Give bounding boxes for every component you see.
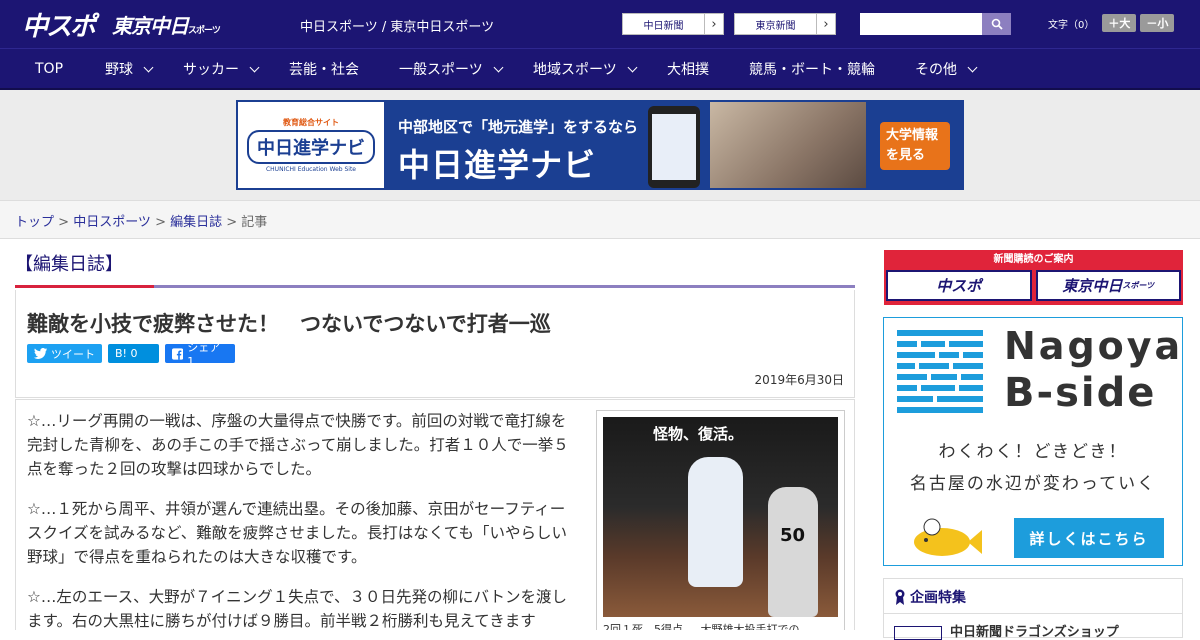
chunichi-shimbun-link[interactable]: 中日新聞 ›: [622, 13, 724, 35]
site-name: 中日スポーツ / 東京中日スポーツ: [300, 20, 495, 35]
facebook-share-button[interactable]: シェア 1: [165, 341, 235, 368]
ad-logo: 教育総合サイト 中日進学ナビ CHUNICHI Education Web Si…: [238, 102, 384, 188]
article-paragraph: ☆…リーグ再開の一戦は、序盤の大量得点で快勝です。前回の対戦で竜打線を完封した青…: [27, 412, 569, 478]
subscription-title: 新聞購読のご案内: [993, 254, 1074, 265]
ad-headline: 中部地区で「地元進学」をするなら: [398, 118, 639, 136]
nav-general-sports[interactable]: 一般スポーツ: [399, 49, 504, 89]
chevron-down-icon: [967, 62, 978, 72]
font-size-label: 文字（0）: [1048, 19, 1095, 31]
font-larger-button[interactable]: ＋大: [1102, 14, 1137, 32]
chevron-down-icon: [249, 62, 260, 72]
nav-entertainment[interactable]: 芸能・社会: [289, 49, 359, 89]
feature-box: 企画特集 中日新聞ドラゴンズショップ: [883, 578, 1183, 640]
ribbon-icon: [895, 589, 905, 605]
chevron-down-icon: [143, 62, 154, 72]
subscribe-tokyo-chunichi-button[interactable]: 東京中日 スポーツ: [1035, 270, 1181, 301]
nav-baseball[interactable]: 野球: [105, 49, 154, 89]
bside-title-1: Nagoya: [1004, 324, 1184, 368]
breadcrumb-top[interactable]: トップ: [15, 215, 54, 230]
breadcrumb-chuspo[interactable]: 中日スポーツ: [73, 215, 151, 230]
hatena-bookmark-button[interactable]: B! 0: [108, 344, 159, 363]
logo-tokyo-chunichi[interactable]: 東京中日スポーツ: [112, 10, 221, 39]
feature-header: 企画特集: [894, 587, 966, 607]
nav-racing[interactable]: 競馬・ボート・競輪: [749, 49, 875, 89]
nav-local-sports[interactable]: 地域スポーツ: [533, 49, 638, 89]
chevron-right-icon: ›: [704, 14, 723, 34]
article-date: 2019年6月30日: [754, 373, 844, 387]
facebook-icon: [172, 347, 184, 360]
top-bar: 中スポ 東京中日スポーツ 中日スポーツ / 東京中日スポーツ 中日新聞 › 東京新…: [0, 0, 1200, 48]
article-header: 難敵を小技で疲弊させた！ つないでつないで打者一巡 ツイート B! 0 シェア …: [15, 290, 855, 398]
breadcrumb-current: 記事: [241, 215, 268, 230]
breadcrumb: トップ > 中日スポーツ > 編集日誌 > 記事: [0, 200, 1200, 239]
bside-more-button[interactable]: 詳しくはこちら: [1014, 518, 1164, 558]
breadcrumb-section[interactable]: 編集日誌: [170, 215, 222, 230]
section-header: 【編集日誌】: [15, 240, 855, 288]
article-title: 難敵を小技で疲弊させた！ つないでつないで打者一巡: [27, 312, 551, 336]
brick-logo-icon: [897, 330, 983, 414]
ad-photo: [710, 102, 866, 188]
feature-thumbnail: [894, 625, 942, 640]
search-icon: [991, 18, 1003, 30]
font-smaller-button[interactable]: －小: [1140, 14, 1175, 32]
bside-tagline-1: わくわく！どきどき！: [938, 442, 1128, 462]
bside-title-2: B-side: [1004, 370, 1157, 416]
fish-mascot-icon: [914, 518, 982, 556]
section-title: 【編集日誌】: [15, 240, 154, 288]
article-body: ☆…リーグ再開の一戦は、序盤の大量得点で快勝です。前回の対戦で竜打線を完封した青…: [15, 399, 855, 630]
subscription-box: 新聞購読のご案内 中スポ 東京中日 スポーツ: [884, 250, 1183, 305]
nav-soccer[interactable]: サッカー: [183, 49, 260, 89]
nav-other[interactable]: その他: [915, 49, 978, 89]
ad-cta-button[interactable]: 大学情報を見る: [880, 122, 950, 170]
chevron-down-icon: [627, 62, 638, 72]
site-logo[interactable]: 中スポ 東京中日スポーツ: [22, 9, 221, 42]
ad-brand: 中日進学ナビ: [398, 146, 597, 184]
article-photo[interactable]: 怪物、復活。 50 2回１死、5得点 ... 大野雄大投手打での: [596, 410, 845, 630]
chevron-down-icon: [493, 62, 504, 72]
ad-banner[interactable]: 教育総合サイト 中日進学ナビ CHUNICHI Education Web Si…: [236, 100, 964, 190]
feature-item[interactable]: 中日新聞ドラゴンズショップ: [894, 621, 1119, 640]
ad-phone-image: [648, 106, 700, 188]
search-box: [860, 13, 1011, 35]
search-input[interactable]: [860, 13, 982, 35]
tweet-button[interactable]: ツイート: [27, 344, 102, 363]
bside-tagline-2: 名古屋の水辺が変わっていく: [909, 474, 1157, 494]
article-paragraph: ☆…左のエース、大野が７イニング１失点で、３０日先発の柳にバトンを渡します。右の…: [27, 588, 567, 630]
subscribe-chuspo-button[interactable]: 中スポ: [886, 270, 1032, 301]
article-paragraph: ☆…１死から周平、井領が選んで連続出塁。その後加藤、京田がセーフティースクイズを…: [27, 500, 568, 566]
nav-top[interactable]: TOP: [35, 49, 63, 89]
nagoya-bside-ad[interactable]: Nagoya B-side わくわく！どきどき！ 名古屋の水辺が変わっていく 詳…: [883, 317, 1183, 566]
search-button[interactable]: [982, 13, 1011, 35]
main-nav: TOP 野球 サッカー 芸能・社会 一般スポーツ 地域スポーツ 大相撲 競馬・ボ…: [0, 48, 1200, 90]
logo-chuspo[interactable]: 中スポ: [22, 6, 96, 43]
baseball-photo: 怪物、復活。 50: [603, 417, 838, 617]
ad-area: 教育総合サイト 中日進学ナビ CHUNICHI Education Web Si…: [0, 90, 1200, 200]
chevron-right-icon: ›: [816, 14, 835, 34]
photo-caption: 2回１死、5得点 ... 大野雄大投手打での: [603, 623, 800, 630]
font-size-control: 文字（0） ＋大 －小: [1048, 14, 1175, 32]
share-buttons: ツイート B! 0 シェア 1: [27, 341, 235, 368]
twitter-icon: [34, 348, 47, 359]
tokyo-shimbun-link[interactable]: 東京新聞 ›: [734, 13, 836, 35]
nav-sumo[interactable]: 大相撲: [667, 49, 709, 89]
